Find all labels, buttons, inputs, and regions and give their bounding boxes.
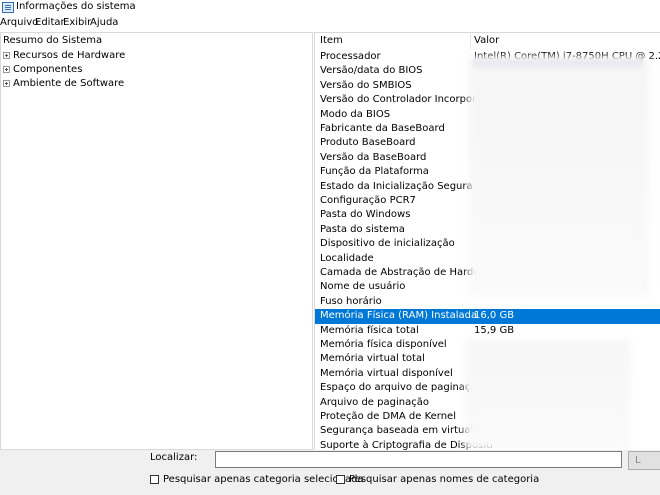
row-item: Pasta do Windows xyxy=(320,209,411,221)
row-value: 16,0 GB xyxy=(474,310,515,322)
column-header-value[interactable]: Valor xyxy=(474,33,499,49)
find-label: Localizar: xyxy=(150,452,198,463)
check-category-names[interactable]: Pesquisar apenas nomes de categoria xyxy=(336,474,539,485)
row-item: Versão do SMBIOS xyxy=(320,79,412,91)
column-header-item[interactable]: Item xyxy=(320,33,343,49)
row-item: Configuração PCR7 xyxy=(320,195,416,206)
redacted-area xyxy=(473,59,643,67)
menu-ajuda[interactable]: Ajuda xyxy=(90,17,118,28)
redacted-area xyxy=(469,57,649,297)
find-button[interactable]: L xyxy=(628,451,660,470)
menu-exibir[interactable]: Exibir xyxy=(63,17,91,28)
row-item: Versão da BaseBoard xyxy=(320,151,427,163)
row-item: Fuso horário xyxy=(320,295,382,307)
row-item: Dispositivo de inicialização xyxy=(320,238,455,250)
row-item: Localidade xyxy=(320,252,374,264)
expand-icon[interactable] xyxy=(3,65,10,73)
tree-item-label: Ambiente de Software xyxy=(13,77,125,89)
tree-item-ambiente-de-software[interactable]: Ambiente de Software xyxy=(3,77,124,89)
menu-editar[interactable]: Editar xyxy=(35,17,65,28)
row-item: Versão/data do BIOS xyxy=(320,65,423,77)
row-item: Produto BaseBoard xyxy=(320,137,416,149)
find-input[interactable] xyxy=(215,451,622,468)
row-value: 15,9 GB xyxy=(474,324,515,336)
menu-arquivo[interactable]: Arquivo xyxy=(0,17,38,28)
row-item: Proteção de DMA de Kernel xyxy=(320,411,456,422)
table-row[interactable]: Memória Física (RAM) Instalada 16,0 GB xyxy=(315,309,660,324)
table-row[interactable]: Memória física total 15,9 GB xyxy=(315,324,660,338)
row-item: Nome de usuário xyxy=(320,281,406,293)
row-item: Memória física disponível xyxy=(320,339,447,350)
check-selected-category[interactable]: Pesquisar apenas categoria selecionada xyxy=(150,474,364,485)
row-item: Memória Física (RAM) Instalada xyxy=(320,310,478,322)
tree-item-recursos-de-hardware[interactable]: Recursos de Hardware xyxy=(3,49,125,61)
system-info-icon xyxy=(2,2,14,13)
tree-item-label: Componentes xyxy=(13,63,83,75)
column-divider[interactable] xyxy=(470,33,471,49)
expand-icon[interactable] xyxy=(3,51,10,59)
row-item: Pasta do sistema xyxy=(320,223,405,235)
search-bar: Localizar: L Pesquisar apenas categoria … xyxy=(0,450,660,495)
menu-bar: Arquivo Editar Exibir Ajuda xyxy=(0,16,660,30)
tree-item-componentes[interactable]: Componentes xyxy=(3,63,82,75)
row-item: Função da Plataforma xyxy=(320,166,429,178)
row-item: Fabricante da BaseBoard xyxy=(320,123,445,134)
checkbox-icon[interactable] xyxy=(150,475,159,484)
window-title: Informações do sistema xyxy=(16,1,136,12)
row-item: Modo da BIOS xyxy=(320,108,391,120)
category-tree[interactable]: Resumo do Sistema Recursos de Hardware C… xyxy=(0,32,313,450)
row-item: Processador xyxy=(320,51,381,62)
row-item: Memória física total xyxy=(320,324,419,336)
row-item: Espaço do arquivo de paginação xyxy=(320,382,483,394)
row-item: Arquivo de paginação xyxy=(320,396,429,408)
tree-item-resumo-do-sistema[interactable]: Resumo do Sistema xyxy=(3,35,102,46)
row-item: Memória virtual total xyxy=(320,353,425,365)
details-list[interactable]: Item Valor ProcessadorIntel(R) Core(TM) … xyxy=(314,32,660,450)
check-label: Pesquisar apenas categoria selecionada xyxy=(163,474,364,485)
redacted-area xyxy=(465,340,630,450)
title-bar: Informações do sistema xyxy=(0,0,660,16)
expand-icon[interactable] xyxy=(3,79,10,87)
row-item: Estado da Inicialização Segura xyxy=(320,180,473,192)
row-item: Memória virtual disponível xyxy=(320,367,453,379)
check-label: Pesquisar apenas nomes de categoria xyxy=(349,474,540,485)
checkbox-icon[interactable] xyxy=(336,475,345,484)
tree-item-label: Recursos de Hardware xyxy=(13,49,126,61)
